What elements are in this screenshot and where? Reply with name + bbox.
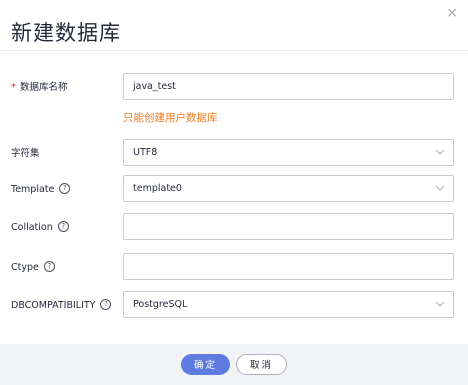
database-name-input[interactable]: java_test bbox=[123, 73, 454, 100]
row-dbcompatibility: DBCOMPATIBILITY? PostgreSQL bbox=[0, 291, 468, 321]
database-name-label: * 数据库名称 bbox=[11, 73, 68, 103]
template-select[interactable]: template0 bbox=[123, 175, 454, 202]
row-ctype: Ctype? bbox=[0, 253, 468, 283]
ctype-input[interactable] bbox=[123, 253, 454, 280]
collation-input[interactable] bbox=[123, 213, 454, 240]
charset-select[interactable]: UTF8 bbox=[123, 139, 454, 166]
ctype-label: Ctype? bbox=[11, 253, 55, 283]
header-divider bbox=[0, 50, 468, 51]
dbcompatibility-label-text: DBCOMPATIBILITY bbox=[11, 300, 96, 311]
help-circle-icon[interactable]: ? bbox=[100, 299, 112, 310]
ctype-label-text: Ctype bbox=[11, 262, 39, 273]
template-label: Template? bbox=[11, 175, 71, 205]
dbcompatibility-label: DBCOMPATIBILITY? bbox=[11, 291, 112, 321]
create-database-dialog: 新建数据库 × * 数据库名称 java_test 只能创建用户数据库 字符集 U… bbox=[0, 0, 468, 385]
database-name-value: java_test bbox=[133, 81, 176, 92]
collation-label-text: Collation bbox=[11, 222, 53, 233]
template-value: template0 bbox=[133, 183, 182, 194]
row-database-name: * 数据库名称 java_test bbox=[0, 73, 468, 103]
dialog-title: 新建数据库 bbox=[11, 21, 121, 45]
dbcompatibility-value: PostgreSQL bbox=[133, 299, 188, 310]
charset-label: 字符集 bbox=[11, 148, 40, 159]
chevron-down-icon bbox=[435, 149, 445, 155]
help-circle-icon[interactable]: ? bbox=[57, 221, 69, 232]
dbcompatibility-select[interactable]: PostgreSQL bbox=[123, 291, 454, 318]
charset-value: UTF8 bbox=[133, 147, 158, 158]
chevron-down-icon bbox=[435, 301, 445, 307]
collation-label: Collation? bbox=[11, 213, 69, 243]
database-name-hint: 只能创建用户数据库 bbox=[123, 112, 218, 124]
required-mark: * bbox=[11, 82, 16, 93]
help-circle-icon[interactable]: ? bbox=[43, 261, 55, 272]
row-collation: Collation? bbox=[0, 213, 468, 243]
cancel-button[interactable]: 取消 bbox=[236, 354, 287, 375]
close-icon[interactable]: × bbox=[446, 6, 458, 20]
dialog-footer: 确定 取消 bbox=[0, 344, 468, 385]
row-charset: 字符集 UTF8 bbox=[0, 139, 468, 169]
row-template: Template? template0 bbox=[0, 175, 468, 205]
database-name-label-text: 数据库名称 bbox=[20, 82, 68, 93]
template-label-text: Template bbox=[11, 184, 55, 195]
confirm-button[interactable]: 确定 bbox=[181, 354, 230, 375]
chevron-down-icon bbox=[435, 185, 445, 191]
help-circle-icon[interactable]: ? bbox=[59, 183, 71, 194]
